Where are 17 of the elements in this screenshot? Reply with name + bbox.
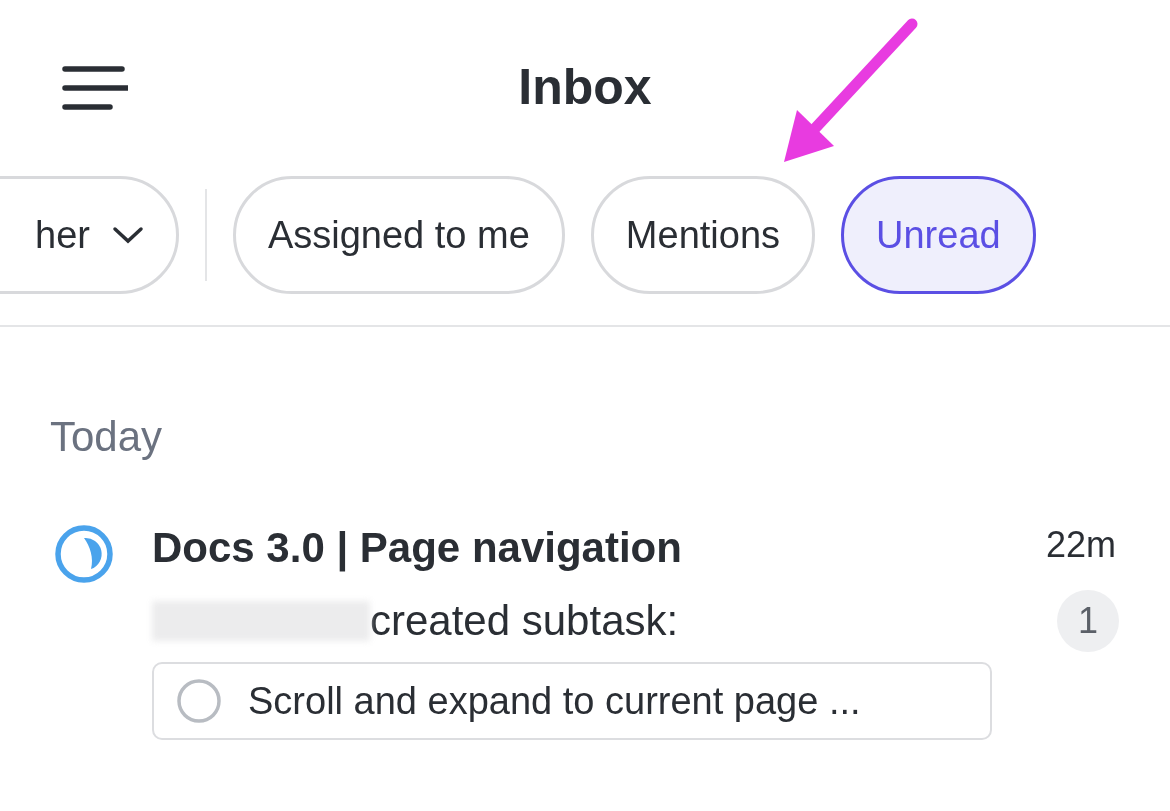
menu-icon[interactable]	[62, 64, 128, 111]
subtask-title: Scroll and expand to current page ...	[248, 678, 861, 724]
section-heading: Today	[50, 412, 164, 462]
circle-icon	[176, 678, 222, 724]
subtask-card[interactable]: Scroll and expand to current page ...	[152, 662, 992, 740]
filter-dropdown[interactable]: her	[0, 176, 179, 294]
filter-chip[interactable]: Unread	[841, 176, 1036, 294]
filter-chip[interactable]: Assigned to me	[232, 176, 565, 294]
count-badge: 1	[1057, 590, 1119, 652]
filter-chip[interactable]: Mentions	[590, 176, 816, 294]
item-action: created subtask:	[370, 596, 679, 646]
page-title: Inbox	[518, 58, 652, 117]
item-title: Docs 3.0 | Page navigation	[152, 523, 682, 574]
item-time: 22m	[1045, 523, 1116, 567]
notification-item[interactable]: Docs 3.0 | Page navigation 22m created subtask: 1 Scroll and expand to current page ...	[0, 468, 1170, 740]
chevron-down-icon	[111, 226, 144, 244]
status-icon	[54, 524, 114, 584]
